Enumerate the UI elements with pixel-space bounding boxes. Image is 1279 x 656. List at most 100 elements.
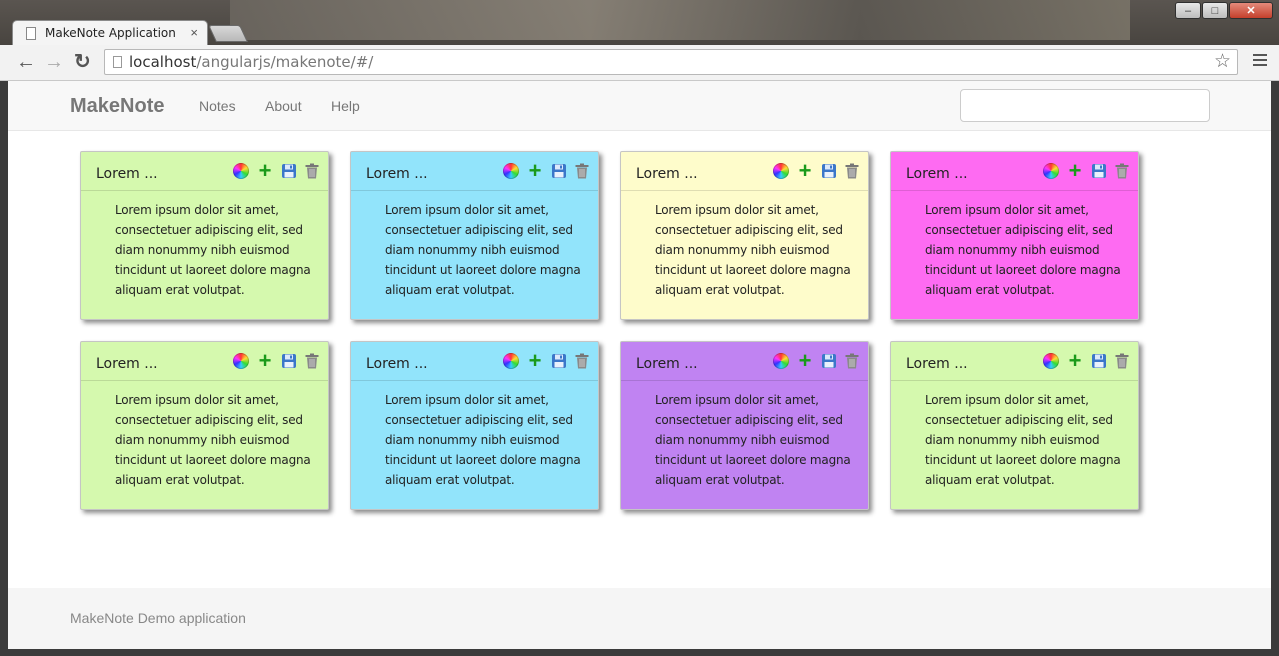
color-wheel-icon[interactable] [503,163,519,179]
color-wheel-icon[interactable] [503,353,519,369]
tab-title: MakeNote Application [45,26,176,40]
url-path: /angularjs/makenote/#/ [196,53,374,71]
page-viewport: MakeNote Notes About Help Lorem ... + Lore… [8,81,1271,649]
save-icon[interactable] [1091,163,1107,179]
note-body[interactable]: Lorem ipsum dolor sit amet, consectetuer… [385,200,593,300]
note-card[interactable]: Lorem ... + Lorem ipsum dolor sit amet, co… [80,341,329,510]
note-body[interactable]: Lorem ipsum dolor sit amet, consectetuer… [115,390,323,490]
note-card[interactable]: Lorem ... + Lorem ipsum dolor sit amet, co… [620,151,869,320]
add-note-icon[interactable]: + [527,350,543,372]
color-wheel-icon[interactable] [773,163,789,179]
desktop-background [230,0,1130,40]
note-title[interactable]: Lorem ... [366,166,428,182]
note-title[interactable]: Lorem ... [96,356,158,372]
color-wheel-icon[interactable] [1043,163,1059,179]
page-icon [113,56,122,68]
save-icon[interactable] [551,353,567,369]
note-body[interactable]: Lorem ipsum dolor sit amet, consectetuer… [925,200,1133,300]
add-note-icon[interactable]: + [257,350,273,372]
note-card[interactable]: Lorem ... + Lorem ipsum dolor sit amet, co… [890,151,1139,320]
nav-link-about[interactable]: About [265,98,302,114]
url-text: localhost/angularjs/makenote/#/ [129,53,373,71]
add-note-icon[interactable]: + [257,160,273,182]
window-controls: – □ ✕ [1174,2,1273,19]
save-icon[interactable] [1091,353,1107,369]
note-title[interactable]: Lorem ... [636,356,698,372]
chrome-menu-icon[interactable] [1253,54,1267,69]
note-actions: + [495,160,589,182]
note-body[interactable]: Lorem ipsum dolor sit amet, consectetuer… [925,390,1133,490]
save-icon[interactable] [821,163,837,179]
footer: MakeNote Demo application [8,588,1271,649]
note-divider [351,190,598,191]
search-input[interactable] [960,89,1210,122]
note-actions: + [1035,160,1129,182]
note-actions: + [765,350,859,372]
note-title[interactable]: Lorem ... [636,166,698,182]
note-card[interactable]: Lorem ... + Lorem ipsum dolor sit amet, co… [890,341,1139,510]
note-body[interactable]: Lorem ipsum dolor sit amet, consectetuer… [655,200,863,300]
save-icon[interactable] [281,353,297,369]
reload-icon[interactable]: ↻ [74,51,91,73]
trash-icon[interactable] [305,163,319,179]
note-divider [621,190,868,191]
note-body[interactable]: Lorem ipsum dolor sit amet, consectetuer… [385,390,593,490]
add-note-icon[interactable]: + [1067,350,1083,372]
note-actions: + [495,350,589,372]
note-card[interactable]: Lorem ... + Lorem ipsum dolor sit amet, co… [350,151,599,320]
color-wheel-icon[interactable] [773,353,789,369]
trash-icon[interactable] [575,163,589,179]
tab-close-icon[interactable]: × [190,25,198,40]
color-wheel-icon[interactable] [1043,353,1059,369]
brand-logo[interactable]: MakeNote [70,95,164,118]
note-divider [351,380,598,381]
note-card[interactable]: Lorem ... + Lorem ipsum dolor sit amet, co… [80,151,329,320]
bookmark-star-icon[interactable]: ☆ [1214,50,1231,73]
trash-icon[interactable] [845,353,859,369]
save-icon[interactable] [281,163,297,179]
page-icon [26,27,36,40]
note-actions: + [225,350,319,372]
nav-link-notes[interactable]: Notes [199,98,236,114]
note-divider [81,380,328,381]
color-wheel-icon[interactable] [233,163,249,179]
trash-icon[interactable] [1115,163,1129,179]
note-divider [891,190,1138,191]
note-title[interactable]: Lorem ... [366,356,428,372]
note-divider [81,190,328,191]
note-divider [891,380,1138,381]
close-window-button[interactable]: ✕ [1229,2,1273,19]
color-wheel-icon[interactable] [233,353,249,369]
minimize-button[interactable]: – [1175,2,1201,19]
note-card[interactable]: Lorem ... + Lorem ipsum dolor sit amet, co… [620,341,869,510]
note-actions: + [765,160,859,182]
browser-toolbar: ← → ↻ localhost/angularjs/makenote/#/ ☆ [0,45,1279,81]
nav-link-help[interactable]: Help [331,98,360,114]
note-title[interactable]: Lorem ... [96,166,158,182]
note-title[interactable]: Lorem ... [906,356,968,372]
note-title[interactable]: Lorem ... [906,166,968,182]
trash-icon[interactable] [305,353,319,369]
maximize-button[interactable]: □ [1202,2,1228,19]
save-icon[interactable] [551,163,567,179]
trash-icon[interactable] [845,163,859,179]
trash-icon[interactable] [575,353,589,369]
add-note-icon[interactable]: + [527,160,543,182]
url-host: localhost [129,53,197,71]
footer-text: MakeNote Demo application [70,610,246,626]
address-bar[interactable]: localhost/angularjs/makenote/#/ ☆ [104,49,1238,75]
navbar: MakeNote Notes About Help [8,81,1271,131]
note-body[interactable]: Lorem ipsum dolor sit amet, consectetuer… [655,390,863,490]
back-arrow-icon[interactable]: ← [16,51,36,73]
trash-icon[interactable] [1115,353,1129,369]
add-note-icon[interactable]: + [797,160,813,182]
add-note-icon[interactable]: + [797,350,813,372]
window-titlebar: – □ ✕ MakeNote Application × [0,0,1279,46]
forward-arrow-icon[interactable]: → [44,51,64,73]
note-actions: + [225,160,319,182]
save-icon[interactable] [821,353,837,369]
add-note-icon[interactable]: + [1067,160,1083,182]
note-card[interactable]: Lorem ... + Lorem ipsum dolor sit amet, co… [350,341,599,510]
note-body[interactable]: Lorem ipsum dolor sit amet, consectetuer… [115,200,323,300]
browser-tab-active[interactable]: MakeNote Application × [12,20,208,46]
